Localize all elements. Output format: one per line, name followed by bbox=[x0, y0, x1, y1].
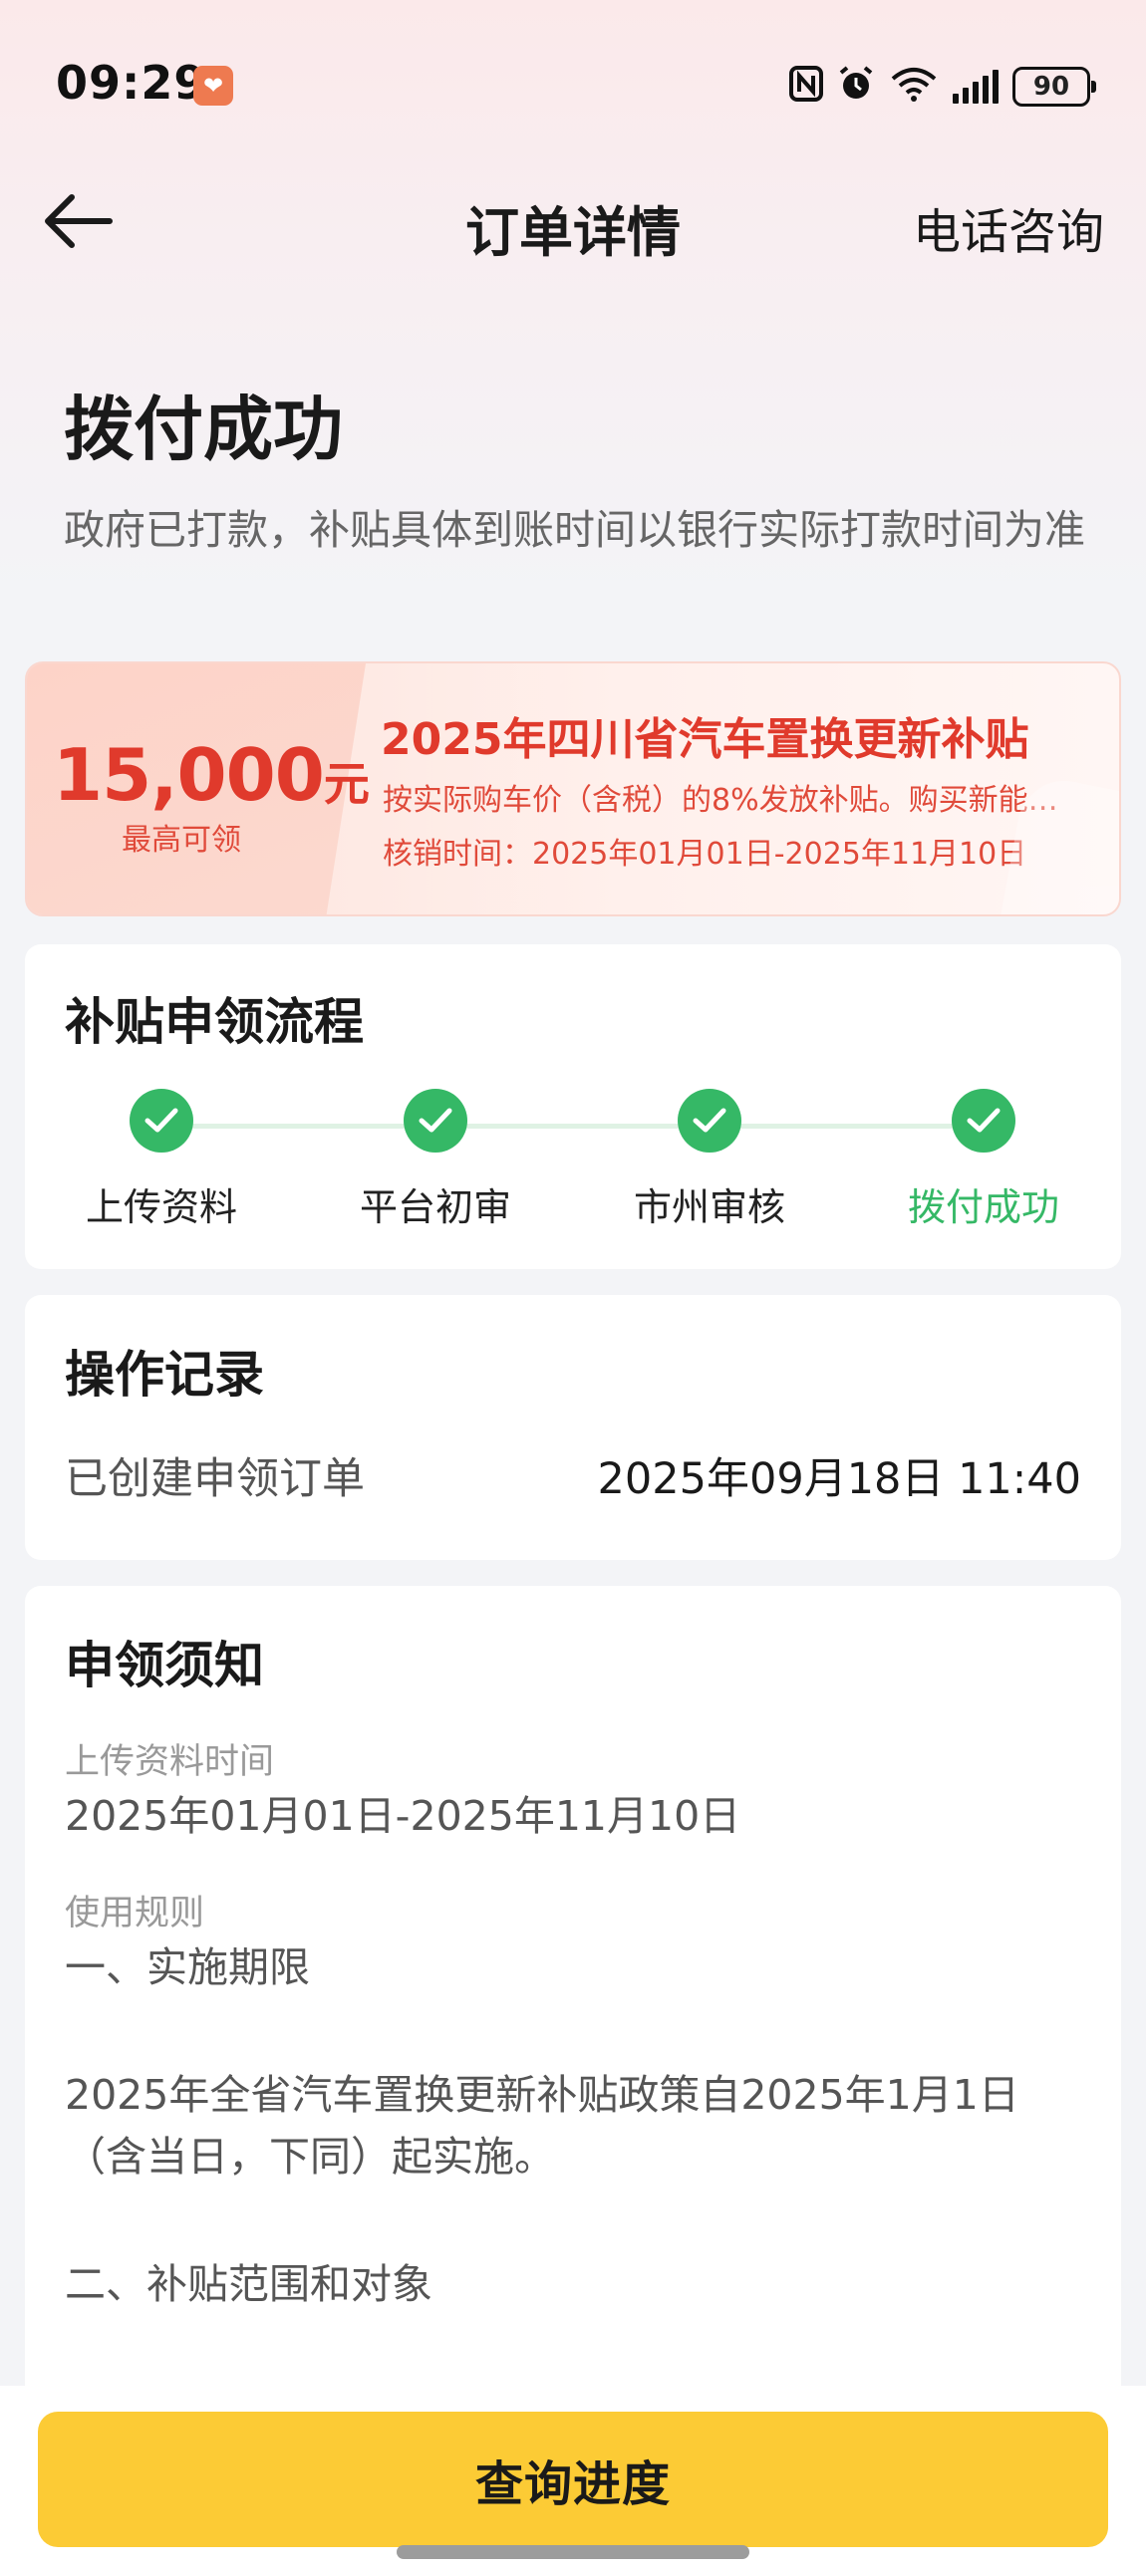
phone-consult-link[interactable]: 电话咨询 bbox=[913, 192, 1104, 262]
upload-time-value: 2025年01月01日-2025年11月10日 bbox=[65, 1792, 741, 1840]
process-step-label: 平台初审 bbox=[359, 1185, 511, 1229]
process-step: 上传资料 bbox=[62, 1089, 261, 1231]
upload-time-label: 上传资料时间 bbox=[65, 1742, 275, 1782]
status-time: 09:29 bbox=[56, 56, 207, 110]
decorative-car-icon bbox=[1001, 781, 1119, 914]
subsidy-amount-value: 15,000 bbox=[53, 733, 325, 817]
process-step-label: 上传资料 bbox=[85, 1185, 237, 1229]
rules-label: 使用规则 bbox=[65, 1894, 205, 1933]
order-status-description: 政府已打款，补贴具体到账时间以银行实际打款时间为准 bbox=[64, 506, 1085, 554]
signal-icon bbox=[953, 70, 999, 104]
process-step-label-current: 拨付成功 bbox=[907, 1185, 1059, 1229]
battery-icon: 90 bbox=[1012, 67, 1096, 107]
subsidy-amount: 15,000元 bbox=[53, 733, 370, 817]
bottom-action-bar: 查询进度 bbox=[0, 2386, 1146, 2576]
notice-title: 申领须知 bbox=[65, 1637, 264, 1694]
order-status-heading: 拨付成功 bbox=[64, 388, 343, 470]
process-step: 拨付成功 bbox=[884, 1089, 1083, 1231]
records-card: 操作记录 已创建申领订单 2025年09月18日 11:40 bbox=[25, 1295, 1121, 1560]
navigation-bar: 订单详情 电话咨询 bbox=[0, 174, 1146, 274]
notice-card: 申领须知 上传资料时间 2025年01月01日-2025年11月10日 使用规则… bbox=[25, 1586, 1121, 2403]
record-label: 已创建申领订单 bbox=[65, 1454, 365, 1504]
subsidy-banner[interactable]: 15,000元 最高可领 2025年四川省汽车置换更新补贴 按实际购车价（含税）… bbox=[25, 661, 1121, 916]
rule-1-text: 2025年全省汽车置换更新补贴政策自2025年1月1日（含当日，下同）起实施。 bbox=[65, 2071, 1019, 2181]
check-icon bbox=[952, 1089, 1015, 1153]
rule-2-heading: 二、补贴范围和对象 bbox=[65, 2260, 432, 2308]
alarm-icon bbox=[837, 65, 875, 109]
wifi-icon bbox=[889, 65, 939, 109]
app-notification-icon: ❤ bbox=[193, 66, 233, 106]
process-step: 市州审核 bbox=[610, 1089, 809, 1231]
process-title: 补贴申领流程 bbox=[65, 993, 364, 1051]
check-icon bbox=[130, 1089, 193, 1153]
check-icon bbox=[678, 1089, 741, 1153]
subsidy-amount-unit: 元 bbox=[323, 757, 370, 811]
rule-1-heading: 一、实施期限 bbox=[65, 1943, 310, 1991]
subsidy-title: 2025年四川省汽车置换更新补贴 bbox=[381, 714, 1029, 765]
record-time: 2025年09月18日 11:40 bbox=[597, 1454, 1081, 1504]
nfc-icon bbox=[789, 66, 823, 108]
process-progress-line bbox=[161, 1124, 981, 1129]
status-bar: 09:29 ❤ 90 bbox=[0, 50, 1146, 129]
subsidy-amount-caption: 最高可领 bbox=[122, 823, 241, 858]
records-title: 操作记录 bbox=[65, 1346, 264, 1404]
check-icon bbox=[404, 1089, 467, 1153]
home-indicator[interactable] bbox=[397, 2545, 749, 2559]
battery-level: 90 bbox=[1032, 72, 1070, 102]
process-step: 平台初审 bbox=[336, 1089, 535, 1231]
query-progress-button[interactable]: 查询进度 bbox=[38, 2412, 1108, 2547]
process-card: 补贴申领流程 上传资料 平台初审 市州审核 拨付成功 bbox=[25, 944, 1121, 1269]
process-step-label: 市州审核 bbox=[633, 1185, 785, 1229]
status-icons: 90 bbox=[789, 62, 1096, 112]
